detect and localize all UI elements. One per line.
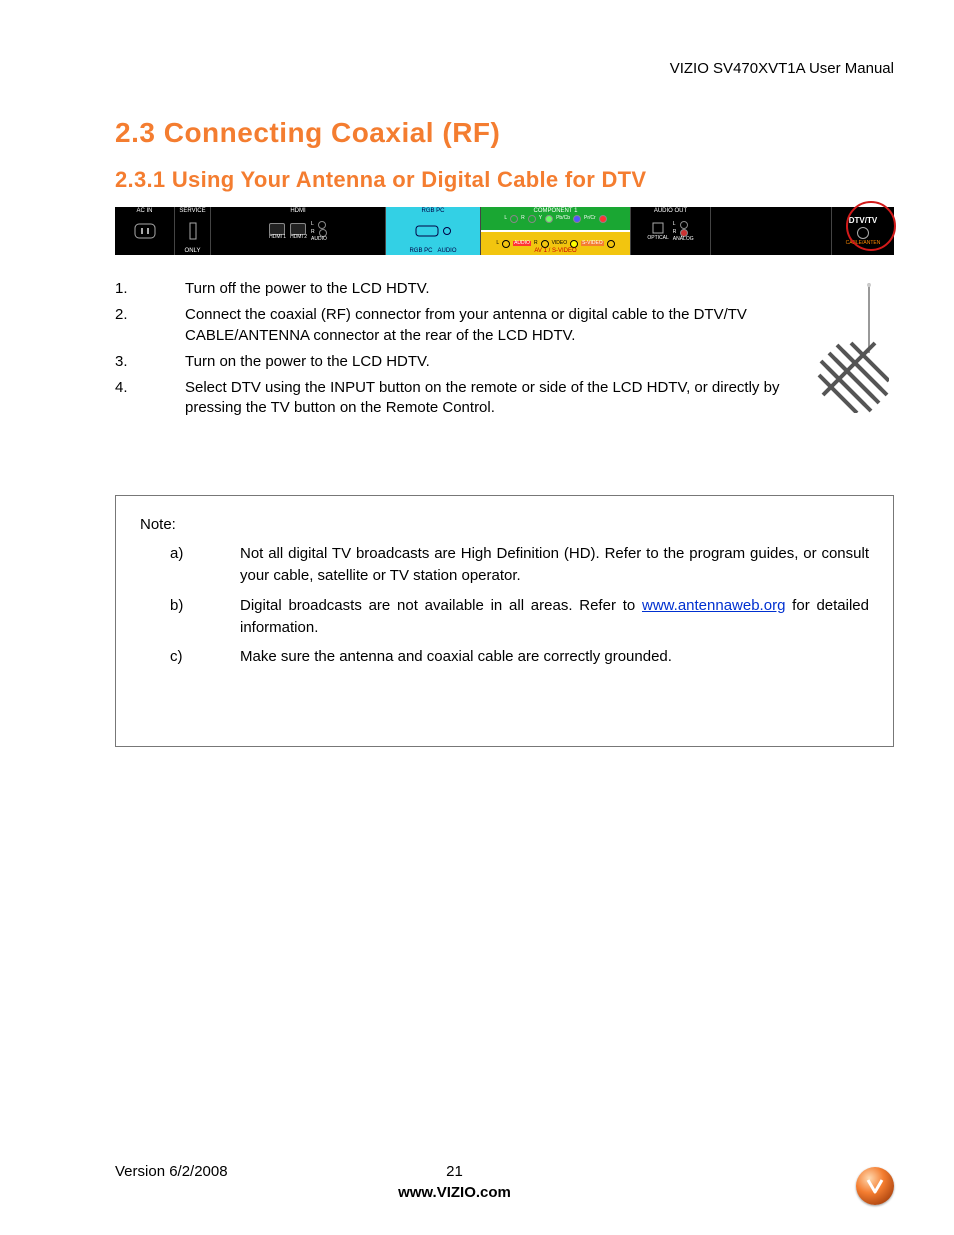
heading-2-3-number: 2.3 xyxy=(115,117,155,148)
heading-2-3-title: Connecting Coaxial (RF) xyxy=(164,117,501,148)
list-item: 4. Select DTV using the INPUT button on … xyxy=(115,378,784,419)
jack-icon xyxy=(443,227,451,235)
label-r: R xyxy=(521,216,525,221)
label-ac-in: AC IN xyxy=(115,208,174,214)
heading-2-3-1-title: Using Your Antenna or Digital Cable for … xyxy=(172,167,647,192)
label-rgb-pc-bot: RGB PC xyxy=(409,248,432,254)
rear-panel-diagram: AC IN SERVICE ONLY HDMI HDMI 1 HDMI 2 L xyxy=(115,207,894,255)
step-number: 2. xyxy=(115,305,185,346)
label-video: VIDEO xyxy=(552,241,568,246)
label-service: SERVICE xyxy=(175,208,210,214)
list-item: 2. Connect the coaxial (RF) connector fr… xyxy=(115,305,784,346)
note-box: Note: a) Not all digital TV broadcasts a… xyxy=(115,495,894,748)
vga-port-icon xyxy=(415,225,439,237)
label-pr: Pr/Cr xyxy=(584,216,596,221)
step-number: 3. xyxy=(115,352,185,372)
jack-icon xyxy=(573,215,581,223)
jack-icon xyxy=(318,221,326,229)
step-text: Turn off the power to the LCD HDTV. xyxy=(185,279,430,299)
jack-icon xyxy=(510,215,518,223)
label-r: R xyxy=(673,230,677,235)
jack-icon xyxy=(502,240,510,248)
heading-2-3-1: 2.3.1 Using Your Antenna or Digital Cabl… xyxy=(115,167,894,193)
antenna-icon xyxy=(809,283,889,413)
jack-icon xyxy=(680,221,688,229)
jack-icon xyxy=(541,240,549,248)
label-audio: AUDIO xyxy=(513,241,531,246)
step-number: 4. xyxy=(115,378,185,419)
hdmi-port-icon xyxy=(290,223,306,235)
label-l: L xyxy=(673,222,676,227)
label-rgb-pc-top: RGB PC xyxy=(386,208,480,214)
note-letter: b) xyxy=(140,595,240,639)
label-dtv-tv: DTV/TV xyxy=(849,217,877,225)
step-number: 1. xyxy=(115,279,185,299)
label-av1-svideo: AV 1 / S-VIDEO xyxy=(481,248,630,254)
note-text: Make sure the antenna and coaxial cable … xyxy=(240,646,869,668)
optical-port-icon xyxy=(652,222,664,234)
label-l: L xyxy=(311,222,314,227)
label-r: R xyxy=(534,241,538,246)
footer-page-number: 21 xyxy=(308,1163,601,1180)
note-label: Note: xyxy=(140,514,869,536)
label-l: L xyxy=(496,241,499,246)
jack-icon xyxy=(570,240,578,248)
page-header: VIZIO SV470XVT1A User Manual xyxy=(115,60,894,77)
list-item: b) Digital broadcasts are not available … xyxy=(140,595,869,639)
label-pb: Pb/Cb xyxy=(556,216,570,221)
usb-icon xyxy=(188,221,198,241)
note-text: Not all digital TV broadcasts are High D… xyxy=(240,543,869,587)
ac-in-icon xyxy=(134,223,156,239)
label-hdmi2: HDMI 2 xyxy=(290,235,307,240)
instruction-list: 1. Turn off the power to the LCD HDTV. 2… xyxy=(115,279,792,425)
label-hdmi1: HDMI 1 xyxy=(269,235,286,240)
list-item: a) Not all digital TV broadcasts are Hig… xyxy=(140,543,869,587)
label-analog: ANALOG xyxy=(673,237,694,242)
jack-icon xyxy=(599,215,607,223)
label-optical: OPTICAL xyxy=(647,236,668,241)
note-text-pre: Digital broadcasts are not available in … xyxy=(240,597,642,614)
label-audio: AUDIO xyxy=(438,248,457,254)
jack-icon xyxy=(607,240,615,248)
list-item: 1. Turn off the power to the LCD HDTV. xyxy=(115,279,784,299)
list-item: c) Make sure the antenna and coaxial cab… xyxy=(140,646,869,668)
jack-icon xyxy=(545,215,553,223)
label-r: R xyxy=(311,230,315,235)
label-y: Y xyxy=(539,216,542,221)
hdmi-port-icon xyxy=(269,223,285,235)
label-cable-antenna: CABLE/ANTEN xyxy=(846,241,881,246)
list-item: 3. Turn on the power to the LCD HDTV. xyxy=(115,352,784,372)
footer-website: www.VIZIO.com xyxy=(15,1184,894,1201)
label-component1: COMPONENT 1 xyxy=(481,208,630,214)
vizio-logo-icon xyxy=(856,1167,894,1205)
heading-2-3-1-number: 2.3.1 xyxy=(115,167,165,192)
label-service-only: ONLY xyxy=(175,248,210,254)
step-text: Select DTV using the INPUT button on the… xyxy=(185,378,784,419)
label-l: L xyxy=(504,216,507,221)
label-audio-out: AUDIO OUT xyxy=(631,208,710,214)
note-text: Digital broadcasts are not available in … xyxy=(240,595,869,639)
step-text: Turn on the power to the LCD HDTV. xyxy=(185,352,430,372)
heading-2-3: 2.3 Connecting Coaxial (RF) xyxy=(115,117,894,149)
jack-icon xyxy=(528,215,536,223)
note-letter: a) xyxy=(140,543,240,587)
step-text: Connect the coaxial (RF) connector from … xyxy=(185,305,784,346)
coax-port-icon xyxy=(857,227,869,239)
page-footer: Version 6/2/2008 21 www.VIZIO.com xyxy=(115,1163,894,1201)
label-audio: AUDIO xyxy=(311,237,327,242)
note-letter: c) xyxy=(140,646,240,668)
antennaweb-link[interactable]: www.antennaweb.org xyxy=(642,597,785,614)
label-hdmi: HDMI xyxy=(211,208,385,214)
